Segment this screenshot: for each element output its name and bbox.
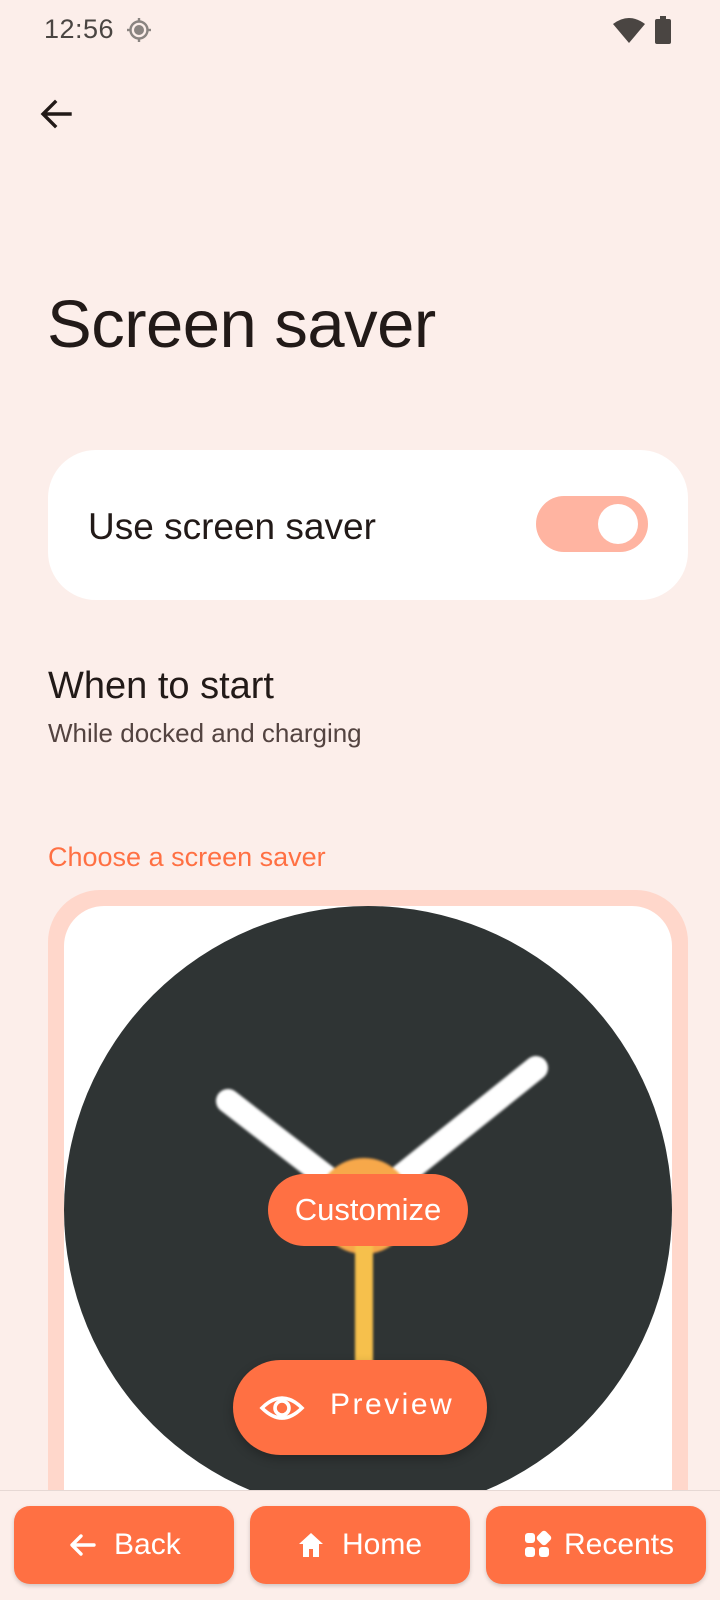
use-screen-saver-switch[interactable] — [536, 496, 648, 552]
use-screen-saver-row[interactable]: Use screen saver — [48, 450, 688, 600]
nav-back-label: Back — [114, 1528, 181, 1561]
arrow-left-icon — [70, 1534, 96, 1556]
battery-icon — [655, 16, 671, 44]
screen: 12:56 Screen saver Use screen saver When… — [0, 0, 720, 1600]
toggle-label: Use screen saver — [88, 506, 376, 547]
switch-knob — [598, 504, 638, 544]
nav-back-button[interactable]: Back — [14, 1506, 234, 1584]
back-arrow-icon[interactable] — [34, 92, 78, 136]
status-time: 12:56 — [44, 14, 115, 44]
navigation-bar: Back Home Recents — [0, 1490, 720, 1600]
preview-label: Preview — [330, 1388, 455, 1421]
nav-home-label: Home — [342, 1528, 423, 1561]
when-to-start-title: When to start — [48, 665, 274, 707]
home-icon — [299, 1533, 323, 1557]
eye-icon — [259, 1396, 305, 1420]
wifi-icon — [613, 18, 645, 43]
location-icon — [127, 18, 151, 42]
page-title: Screen saver — [47, 287, 436, 362]
customize-button[interactable]: Customize — [268, 1174, 468, 1246]
recents-icon — [525, 1530, 552, 1557]
nav-home-button[interactable]: Home — [250, 1506, 470, 1584]
preview-button[interactable]: Preview — [233, 1360, 487, 1455]
when-to-start-row[interactable]: When to start While docked and charging — [48, 665, 688, 765]
status-bar: 12:56 — [0, 0, 720, 60]
nav-recents-label: Recents — [564, 1528, 675, 1561]
section-header: Choose a screen saver — [48, 842, 326, 872]
when-to-start-summary: While docked and charging — [48, 718, 362, 748]
nav-recents-button[interactable]: Recents — [486, 1506, 706, 1584]
